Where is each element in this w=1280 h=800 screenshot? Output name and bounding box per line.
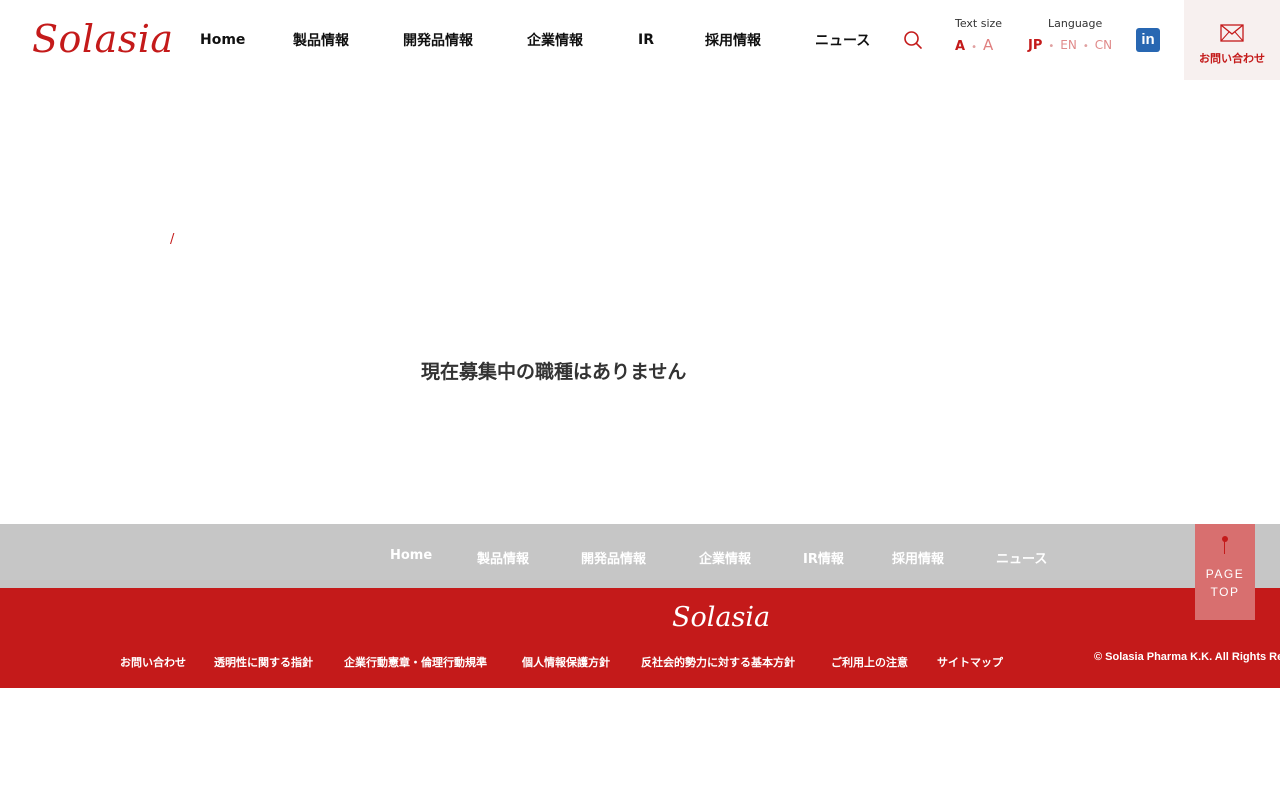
footer-link-contact[interactable]: お問い合わせ (120, 654, 186, 670)
page-top-line-icon (1224, 540, 1225, 554)
nav-home[interactable]: Home (200, 32, 245, 48)
footer-nav-home[interactable]: Home (390, 548, 432, 563)
contact-button[interactable]: お問い合わせ (1184, 0, 1280, 80)
nav-company[interactable]: 企業情報 (527, 30, 583, 50)
contact-label: お問い合わせ (1199, 52, 1265, 65)
nav-recruit[interactable]: 採用情報 (705, 30, 761, 50)
nav-products[interactable]: 製品情報 (293, 30, 349, 50)
language-jp[interactable]: JP (1028, 38, 1042, 53)
footer-nav-pipeline[interactable]: 開発品情報 (581, 548, 646, 567)
text-size-small-button[interactable]: A (955, 39, 965, 54)
footer-nav-ir[interactable]: IR情報 (803, 548, 844, 567)
breadcrumb-separator: / (170, 232, 175, 247)
nav-pipeline[interactable]: 開発品情報 (403, 30, 473, 50)
footer-logo[interactable]: Solasia (672, 602, 770, 634)
site-logo[interactable]: Solasia (32, 16, 174, 62)
footer-link-privacy[interactable]: 個人情報保護方針 (522, 654, 610, 670)
language-cn[interactable]: CN (1095, 38, 1112, 52)
copyright: © Solasia Pharma K.K. All Rights Re (1094, 651, 1280, 663)
language-en[interactable]: EN (1060, 38, 1077, 52)
nav-news[interactable]: ニュース (815, 30, 870, 50)
page-top-dot-icon (1222, 536, 1228, 542)
no-openings-message: 現在募集中の職種はありません (421, 361, 687, 383)
page-top-text: PAGE TOP (1205, 567, 1245, 599)
language-switcher: Language JP • EN • CN (1028, 17, 1128, 53)
separator-dot: • (971, 42, 977, 53)
footer-nav-company[interactable]: 企業情報 (699, 548, 751, 567)
footer-nav: Home 製品情報 開発品情報 企業情報 IR情報 採用情報 ニュース (0, 524, 1280, 588)
footer-nav-products[interactable]: 製品情報 (477, 548, 529, 567)
footer-nav-news[interactable]: ニュース (996, 548, 1047, 567)
site-footer: Solasia お問い合わせ 透明性に関する指針 企業行動憲章・倫理行動規準 個… (0, 588, 1280, 688)
page-top-label: PAGE TOP (1195, 565, 1255, 601)
page-top-button[interactable]: PAGE TOP (1195, 524, 1255, 620)
footer-link-sitemap[interactable]: サイトマップ (937, 654, 1003, 670)
mail-icon (1220, 24, 1244, 42)
footer-link-anti-social[interactable]: 反社会的勢力に対する基本方針 (641, 654, 795, 670)
search-icon[interactable] (903, 30, 923, 50)
footer-nav-recruit[interactable]: 採用情報 (892, 548, 944, 567)
footer-link-code-of-conduct[interactable]: 企業行動憲章・倫理行動規準 (344, 654, 487, 670)
separator-dot: • (1082, 41, 1089, 52)
nav-ir[interactable]: IR (638, 32, 654, 48)
footer-link-terms[interactable]: ご利用上の注意 (831, 654, 908, 670)
separator-dot: • (1048, 41, 1055, 52)
text-size-label: Text size (955, 17, 1003, 30)
site-header: Solasia Home 製品情報 開発品情報 企業情報 IR 採用情報 ニュー… (0, 0, 1280, 80)
linkedin-icon[interactable]: in (1136, 28, 1160, 52)
footer-link-transparency[interactable]: 透明性に関する指針 (214, 654, 313, 670)
language-label: Language (1048, 17, 1103, 30)
text-size-large-button[interactable]: A (983, 36, 993, 54)
text-size-switcher: Text size A • A (955, 17, 1015, 54)
